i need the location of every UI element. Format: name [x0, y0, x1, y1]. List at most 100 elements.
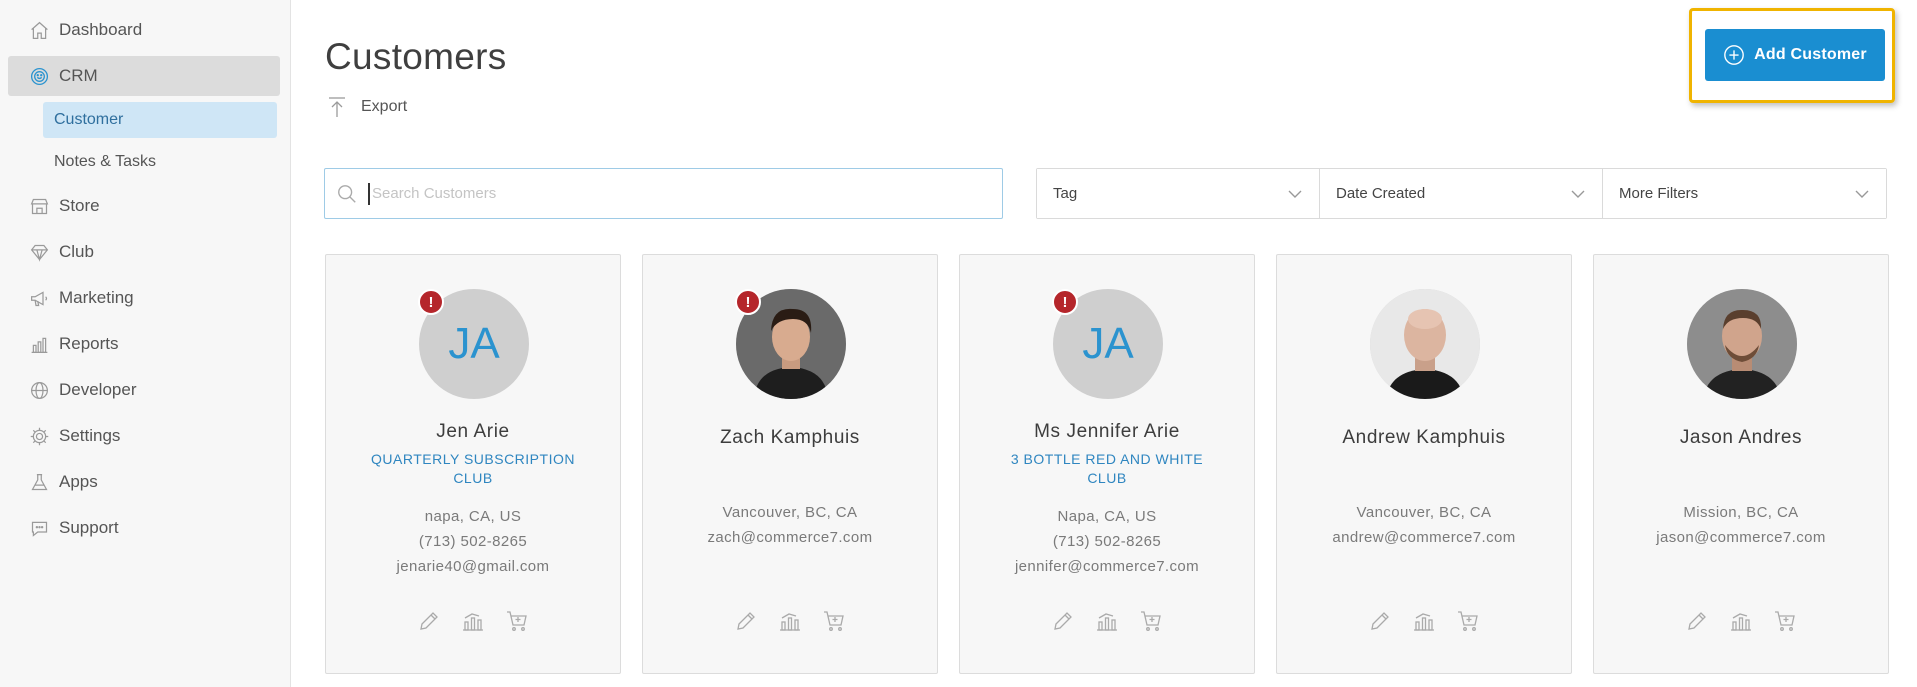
card-actions	[1277, 609, 1571, 633]
customer-name[interactable]: Jason Andres	[1594, 427, 1888, 449]
edit-pencil-icon[interactable]	[1051, 609, 1075, 633]
search-input[interactable]	[368, 182, 1002, 205]
customer-email: andrew@commerce7.com	[1332, 529, 1516, 546]
customer-name[interactable]: Jen Arie	[326, 421, 620, 443]
export-button[interactable]: Export	[327, 96, 407, 118]
store-icon	[29, 196, 50, 217]
sidebar-item-label: CRM	[59, 66, 98, 85]
add-customer-button[interactable]: Add Customer	[1705, 29, 1885, 81]
avatar-photo	[1687, 289, 1797, 399]
export-icon	[329, 97, 345, 117]
customer-location: Mission, BC, CA	[1683, 504, 1799, 521]
filter-label: Date Created	[1336, 185, 1426, 202]
sidebar-subitem-label: Notes & Tasks	[54, 153, 156, 170]
edit-pencil-icon[interactable]	[417, 609, 441, 633]
cart-icon[interactable]	[505, 609, 529, 633]
sidebar-item-label: Dashboard	[59, 20, 143, 39]
sidebar-item-dashboard[interactable]: Dashboard	[8, 10, 280, 50]
add-customer-label: Add Customer	[1754, 46, 1867, 63]
customer-location: Napa, CA, US	[1057, 508, 1157, 525]
edit-pencil-icon[interactable]	[1368, 609, 1392, 633]
customer-phone: (713) 502-8265	[1052, 533, 1162, 550]
sidebar-item-label: Support	[59, 518, 119, 537]
cart-icon[interactable]	[822, 609, 846, 633]
gear-icon	[29, 426, 50, 447]
customer-name[interactable]: Andrew Kamphuis	[1277, 427, 1571, 449]
plus-circle-icon	[1724, 45, 1745, 65]
filter-tag-dropdown[interactable]: Tag	[1037, 169, 1320, 218]
flask-icon	[29, 472, 50, 493]
sidebar-item-settings[interactable]: Settings	[8, 416, 280, 456]
cart-icon[interactable]	[1773, 609, 1797, 633]
globe-icon	[29, 380, 50, 401]
customer-location: Vancouver, BC, CA	[1356, 504, 1492, 521]
avatar-photo	[1370, 289, 1480, 399]
edit-pencil-icon[interactable]	[1685, 609, 1709, 633]
chat-icon	[29, 518, 50, 539]
chevron-down-icon	[1288, 190, 1302, 198]
customer-name[interactable]: Ms Jennifer Arie	[960, 421, 1254, 443]
sidebar-item-support[interactable]: Support	[8, 508, 280, 548]
chevron-down-icon	[1855, 190, 1869, 198]
sidebar-item-club[interactable]: Club	[8, 232, 280, 272]
customer-card[interactable]: JA ! Ms Jennifer Arie 3 BOTTLE RED AND W…	[959, 254, 1255, 674]
sidebar-item-reports[interactable]: Reports	[8, 324, 280, 364]
customer-email: jennifer@commerce7.com	[1014, 558, 1200, 575]
reports-chart-icon[interactable]	[461, 609, 485, 633]
export-label: Export	[361, 98, 408, 115]
filter-more-filters-dropdown[interactable]: More Filters	[1603, 169, 1886, 218]
customer-location: napa, CA, US	[424, 508, 522, 525]
sidebar-item-label: Reports	[59, 334, 119, 353]
sidebar-item-label: Marketing	[59, 288, 134, 307]
sidebar-item-store[interactable]: Store	[8, 186, 280, 226]
filter-bar: Tag Date Created More Filters	[1036, 168, 1887, 219]
reports-chart-icon[interactable]	[1729, 609, 1753, 633]
customer-name[interactable]: Zach Kamphuis	[643, 427, 937, 449]
sidebar-subitem-label: Customer	[54, 111, 124, 128]
customer-location: Vancouver, BC, CA	[722, 504, 858, 521]
page-title: Customers	[325, 36, 507, 77]
reports-chart-icon[interactable]	[1412, 609, 1436, 633]
club-name: 3 BOTTLE RED AND WHITE CLUB	[1010, 451, 1204, 486]
sidebar-item-label: Store	[59, 196, 100, 215]
sidebar-item-label: Settings	[59, 426, 121, 445]
home-icon	[29, 20, 50, 41]
customer-email: jason@commerce7.com	[1656, 529, 1826, 546]
sidebar-item-apps[interactable]: Apps	[8, 462, 280, 502]
sidebar-item-marketing[interactable]: Marketing	[8, 278, 280, 318]
reports-chart-icon[interactable]	[778, 609, 802, 633]
customer-card[interactable]: JA ! Jen Arie QUARTERLY SUBSCRIPTION CLU…	[325, 254, 621, 674]
alert-badge: !	[735, 289, 761, 315]
customer-email: jenarie40@gmail.com	[396, 558, 550, 575]
search-box[interactable]	[324, 168, 1003, 219]
cart-icon[interactable]	[1456, 609, 1480, 633]
sidebar-item-developer[interactable]: Developer	[8, 370, 280, 410]
club-name: QUARTERLY SUBSCRIPTION CLUB	[371, 451, 575, 486]
card-actions	[643, 609, 937, 633]
diamond-icon	[29, 242, 50, 263]
sidebar-item-crm[interactable]: CRM	[8, 56, 280, 96]
filter-label: More Filters	[1619, 185, 1699, 202]
sidebar: Dashboard CRM Customer Notes & Tasks Sto…	[0, 0, 291, 687]
card-actions	[1594, 609, 1888, 633]
sidebar-subitem-customer[interactable]: Customer	[43, 102, 277, 138]
megaphone-icon	[29, 288, 50, 309]
customer-card[interactable]: Andrew Kamphuis Vancouver, BC, CA andrew…	[1276, 254, 1572, 674]
smiley-icon	[29, 66, 50, 87]
customer-card[interactable]: ! Zach Kamphuis Vancouver, BC, CA zach@c…	[642, 254, 938, 674]
card-actions	[326, 609, 620, 633]
reports-chart-icon[interactable]	[1095, 609, 1119, 633]
alert-badge: !	[1052, 289, 1078, 315]
customer-card[interactable]: Jason Andres Mission, BC, CA jason@comme…	[1593, 254, 1889, 674]
main-content: Customers Export Add Customer Tag Date C…	[291, 0, 1917, 687]
customer-phone: (713) 502-8265	[418, 533, 528, 550]
bar-chart-icon	[29, 334, 50, 355]
search-icon	[338, 184, 356, 203]
customer-email: zach@commerce7.com	[707, 529, 873, 546]
filter-date-created-dropdown[interactable]: Date Created	[1320, 169, 1603, 218]
sidebar-item-label: Apps	[59, 472, 98, 491]
sidebar-subitem-notes-tasks[interactable]: Notes & Tasks	[43, 144, 277, 180]
edit-pencil-icon[interactable]	[734, 609, 758, 633]
sidebar-item-label: Club	[59, 242, 94, 261]
cart-icon[interactable]	[1139, 609, 1163, 633]
